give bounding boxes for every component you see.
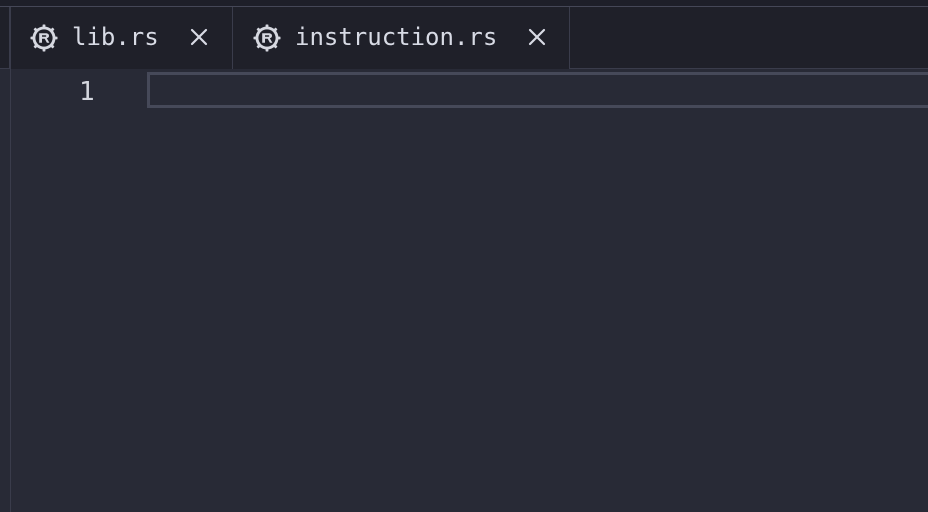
tab-bar-left-spacer <box>0 7 10 68</box>
tab-lib-rs[interactable]: lib.rs <box>10 7 233 69</box>
rust-icon <box>30 24 58 52</box>
code-editor[interactable]: 1 <box>11 69 928 512</box>
tab-bar: lib.rs instruction.rs <box>0 7 928 69</box>
close-icon[interactable] <box>188 26 210 48</box>
tab-instruction-rs[interactable]: instruction.rs <box>233 7 570 69</box>
rust-icon <box>253 24 281 52</box>
tab-label: instruction.rs <box>295 23 498 51</box>
window-top-edge <box>0 0 928 7</box>
current-line-highlight[interactable] <box>147 72 928 108</box>
tab-label: lib.rs <box>72 23 159 51</box>
line-number: 1 <box>79 77 95 107</box>
close-icon[interactable] <box>526 26 548 48</box>
